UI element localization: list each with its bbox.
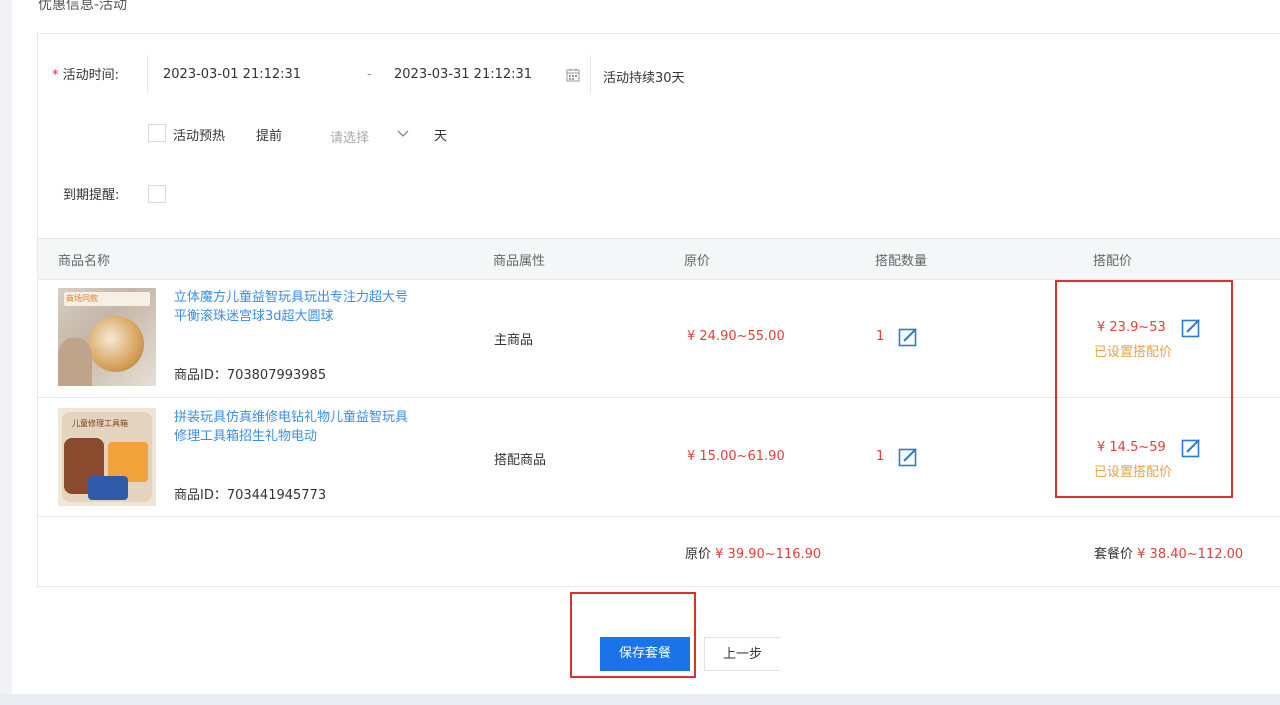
summary-set-value: ¥ 38.40~112.00 [1137,547,1244,562]
original-price: ¥ 15.00~61.90 [687,449,785,464]
summary-original: 原价 ¥ 39.90~116.90 [685,543,821,562]
product-title-line2[interactable]: 平衡滚珠迷宫球3d超大圆球 [174,307,454,326]
activity-time-label-text: 活动时间: [62,68,120,83]
calendar-icon[interactable] [566,68,580,82]
left-margin [0,0,12,694]
product-thumbnail: 儿童修理工具箱 [58,408,156,506]
bottom-margin [0,694,1280,705]
product-thumbnail: 商场同款 [58,288,156,386]
product-id: 商品ID：703441945773 [174,488,327,503]
expire-reminder-checkbox[interactable] [148,185,166,203]
quantity-value: 1 [876,449,885,464]
row-divider [38,516,1280,517]
col-original-price: 原价 [684,254,711,269]
edit-icon[interactable] [898,447,918,467]
expire-reminder-label: 到期提醒: [63,188,120,203]
highlight-box [1055,280,1233,498]
quantity-value: 1 [876,329,885,344]
product-title-line2[interactable]: 修理工具箱招生礼物电动 [174,427,454,446]
end-date-input[interactable]: 2023-03-31 21:12:31 [394,67,532,82]
advance-label: 提前 [256,129,283,144]
product-title-link[interactable]: 立体魔方儿童益智玩具玩出专注力超大号 平衡滚珠迷宫球3d超大圆球 [174,288,454,326]
product-attribute: 主商品 [494,333,534,348]
days-unit: 天 [434,129,448,144]
required-mark: * [52,68,59,83]
chevron-down-icon[interactable] [397,130,409,138]
summary-original-label: 原价 [685,547,712,562]
divider [590,55,591,93]
product-id: 商品ID：703807993985 [174,368,327,383]
col-quantity: 搭配数量 [875,254,928,269]
edit-icon[interactable] [898,327,918,347]
activity-duration: 活动持续30天 [603,71,685,86]
product-title-link[interactable]: 拼装玩具仿真维修电钻礼物儿童益智玩具 修理工具箱招生礼物电动 [174,408,454,446]
thumbnail-caption: 儿童修理工具箱 [72,419,128,428]
thumbnail-caption: 商场同款 [66,294,98,303]
col-product-name: 商品名称 [58,254,111,269]
section-title: 优惠信息-活动 [38,0,128,13]
original-price: ¥ 24.90~55.00 [687,329,785,344]
divider [147,55,148,93]
save-bundle-button[interactable]: 保存套餐 [600,637,690,671]
preheat-checkbox[interactable] [148,124,166,142]
date-separator: - [367,67,372,82]
table-header: 商品名称 商品属性 原价 搭配数量 搭配价 [38,238,1280,280]
days-select[interactable]: 请选择 [330,127,369,146]
summary-set-price: 套餐价 ¥ 38.40~112.00 [1094,543,1243,562]
product-title-line1[interactable]: 拼装玩具仿真维修电钻礼物儿童益智玩具 [174,408,454,427]
start-date-input[interactable]: 2023-03-01 21:12:31 [163,67,301,82]
preheat-label: 活动预热 [173,129,226,144]
product-title-line1[interactable]: 立体魔方儿童益智玩具玩出专注力超大号 [174,288,454,307]
col-attribute: 商品属性 [493,254,546,269]
summary-set-label: 套餐价 [1094,547,1134,562]
activity-time-label: * 活动时间: [52,64,119,83]
product-attribute: 搭配商品 [494,453,547,468]
prev-step-button[interactable]: 上一步 [704,637,780,671]
summary-original-value: ¥ 39.90~116.90 [715,547,822,562]
col-bundle-price: 搭配价 [1093,254,1133,269]
